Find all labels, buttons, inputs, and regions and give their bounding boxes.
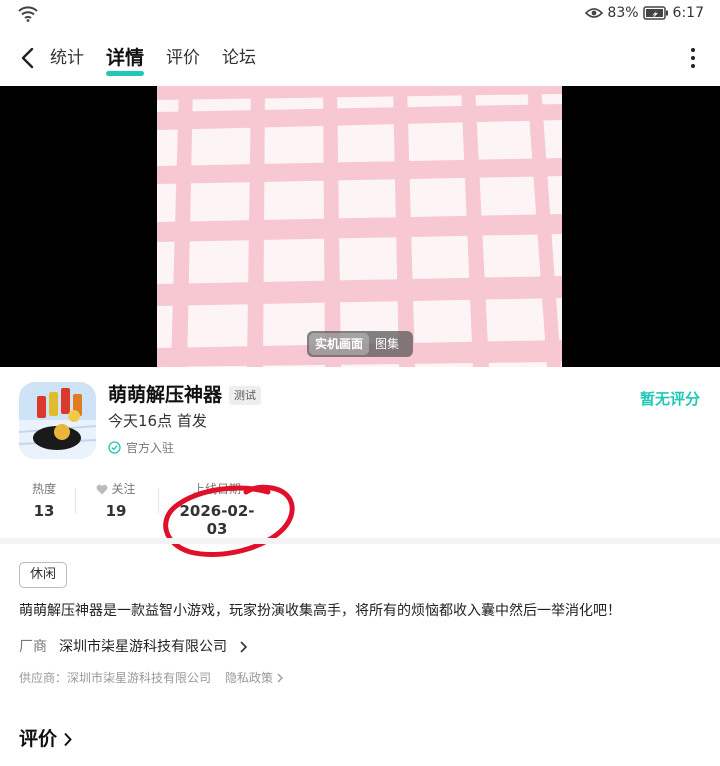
battery-percent: 83% [607, 5, 639, 21]
more-icon[interactable] [690, 48, 696, 70]
rating: 暂无评分 [639, 390, 700, 408]
stat-label: 关注 [111, 482, 136, 496]
maker-row[interactable]: 厂商 深圳市柒星游科技有限公司 [19, 636, 247, 658]
top-nav: 统计 详情 评价 论坛 [0, 36, 720, 82]
status-bar: 83% 6:17 [0, 0, 720, 30]
eye-icon [585, 8, 604, 18]
stat-follows[interactable]: 关注 19 [88, 480, 144, 520]
battery-icon [642, 6, 668, 20]
tab-details[interactable]: 详情 [106, 46, 145, 76]
description: 萌萌解压神器是一款益智小游戏，玩家扮演收集高手，将所有的烦恼都收入囊中然后一举消… [19, 603, 621, 619]
wifi-icon [18, 6, 38, 22]
stat-value: 19 [105, 502, 127, 520]
official-badge: 官方入驻 [108, 439, 174, 456]
grid-image [157, 86, 562, 367]
release-info: 今天16点 首发 [108, 412, 207, 430]
app-icon [19, 382, 96, 459]
clock: 6:17 [672, 5, 704, 21]
tab-reviews[interactable]: 评价 [166, 46, 200, 70]
media-toggle: 实机画面 图集 [307, 331, 413, 357]
supplier-row: 供应商：深圳市柒星游科技有限公司 隐私政策 [19, 668, 283, 688]
media-player[interactable] [0, 86, 720, 367]
back-icon[interactable] [18, 46, 38, 70]
test-badge: 测试 [229, 386, 261, 405]
chevron-right-icon [277, 673, 283, 683]
chevron-right-icon [240, 641, 247, 653]
stat-value: 13 [33, 502, 55, 520]
stat-label: 热度 [31, 482, 56, 496]
reviews-title: 评价 [19, 728, 58, 750]
tab-forum[interactable]: 论坛 [222, 46, 256, 70]
gameplay-screenshot[interactable] [157, 86, 562, 367]
chevron-right-icon [64, 732, 72, 746]
official-label: 官方入驻 [126, 441, 175, 455]
privacy-link[interactable]: 隐私政策 [225, 668, 283, 688]
privacy-label: 隐私政策 [225, 671, 274, 685]
maker-name: 深圳市柒星游科技有限公司 [59, 639, 227, 655]
toggle-gameplay[interactable]: 实机画面 [309, 333, 370, 355]
divider [158, 488, 159, 514]
reviews-section-title[interactable]: 评价 [19, 726, 72, 752]
section-separator [0, 538, 720, 544]
heart-icon [97, 484, 108, 494]
genre-tag[interactable]: 休闲 [19, 562, 68, 588]
maker-label: 厂商 [19, 639, 47, 655]
toggle-gallery[interactable]: 图集 [369, 333, 405, 355]
red-circle-annotation [163, 484, 295, 557]
stat-popularity: 热度 13 [22, 480, 66, 520]
verified-icon [108, 441, 121, 454]
tab-bar: 统计 详情 评价 论坛 [50, 46, 256, 76]
tab-stats[interactable]: 统计 [50, 46, 84, 70]
divider [75, 488, 76, 514]
app-name: 萌萌解压神器 [108, 384, 223, 406]
supplier-text: 供应商：深圳市柒星游科技有限公司 [19, 671, 212, 685]
